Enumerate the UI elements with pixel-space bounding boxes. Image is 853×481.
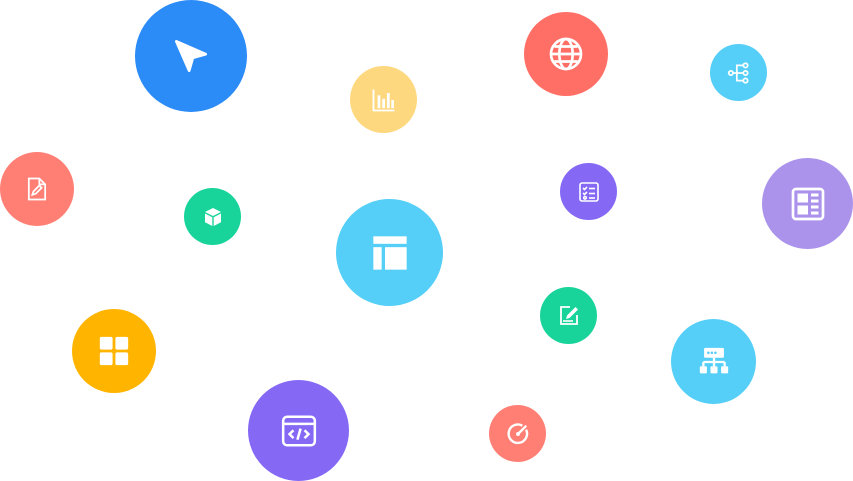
- target-gauge-bubble[interactable]: [489, 405, 546, 462]
- edit-document-icon: [27, 177, 47, 201]
- network-server-bubble[interactable]: [671, 319, 756, 404]
- pencil-square-bubble[interactable]: [540, 287, 597, 344]
- target-gauge-icon: [506, 422, 528, 444]
- checklist-icon: [578, 181, 599, 202]
- grid-apps-icon: [99, 336, 129, 366]
- grid-apps-bubble[interactable]: [72, 309, 156, 393]
- dashboard-layout-icon: [791, 187, 824, 220]
- checklist-bubble[interactable]: [560, 163, 617, 220]
- code-window-icon: [281, 414, 316, 447]
- bar-chart-icon: [372, 89, 394, 111]
- network-server-icon: [699, 347, 728, 373]
- cube-bubble[interactable]: [184, 188, 241, 245]
- globe-icon: [549, 37, 583, 71]
- layout-template-icon: [372, 235, 407, 270]
- cube-icon: [204, 207, 221, 226]
- dashboard-layout-bubble[interactable]: [762, 158, 853, 249]
- pencil-square-icon: [559, 305, 578, 325]
- bar-chart-bubble[interactable]: [350, 66, 417, 133]
- cursor-pointer-bubble[interactable]: [135, 0, 247, 112]
- globe-bubble[interactable]: [524, 12, 608, 96]
- hierarchy-tree-bubble[interactable]: [710, 44, 767, 101]
- edit-document-bubble[interactable]: [0, 152, 74, 226]
- hierarchy-tree-icon: [727, 61, 749, 84]
- cursor-pointer-icon: [174, 39, 208, 73]
- code-window-bubble[interactable]: [248, 380, 349, 481]
- layout-template-bubble[interactable]: [336, 199, 443, 306]
